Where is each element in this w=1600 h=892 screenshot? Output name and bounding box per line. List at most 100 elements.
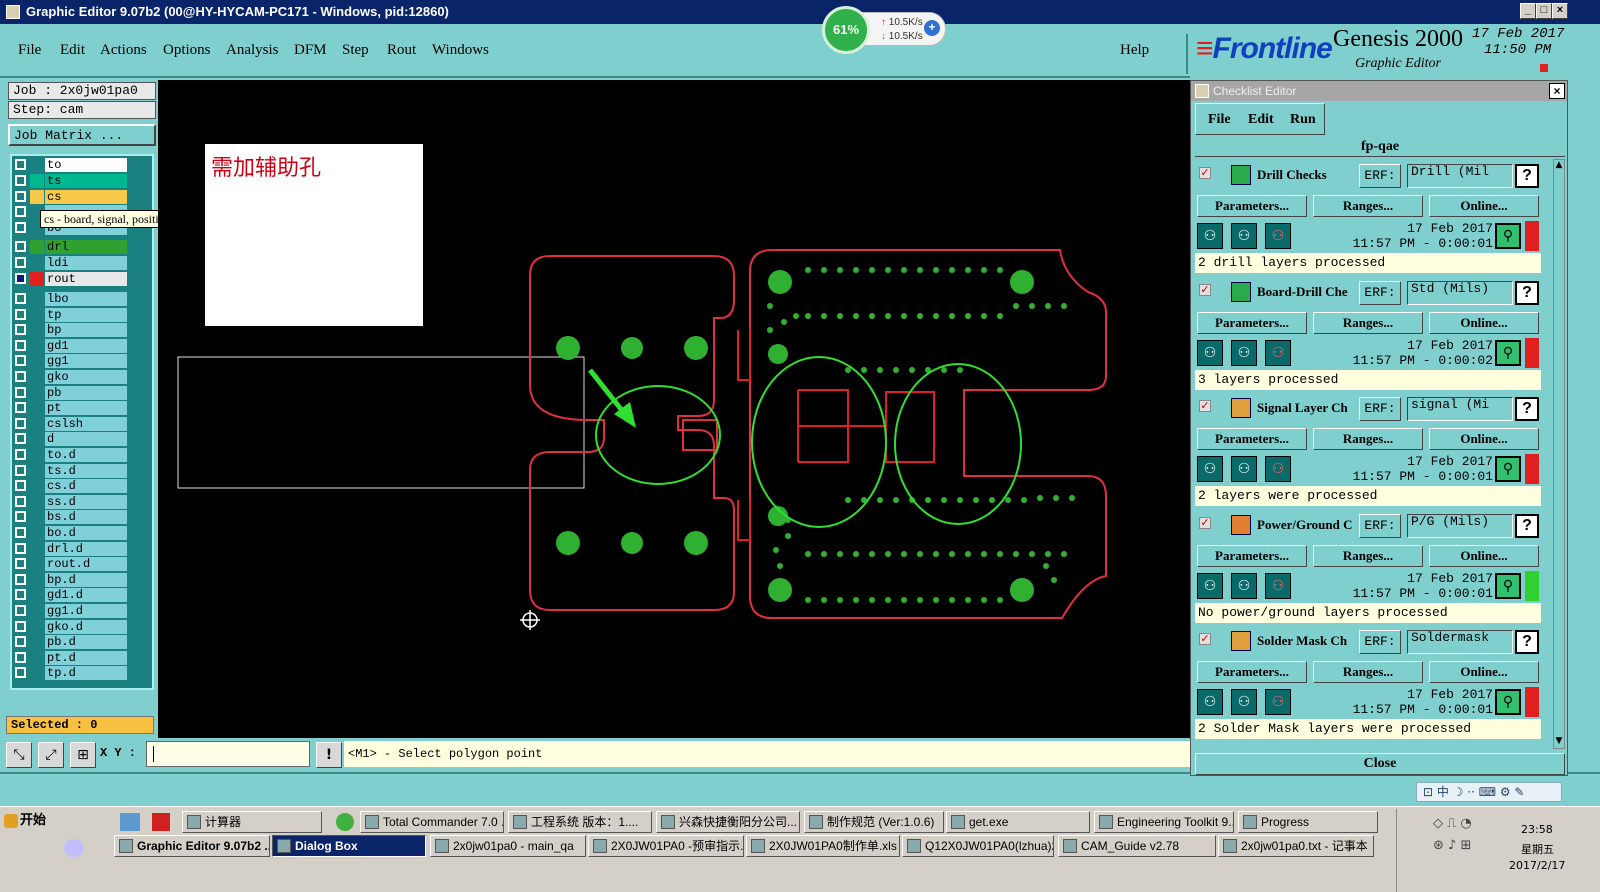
taskbar-item[interactable]: 兴森快捷衡阳分公司... [656,811,800,833]
layer-checkbox[interactable] [15,324,26,336]
help-icon[interactable]: ? [1515,397,1539,422]
layer-checkbox[interactable] [15,511,26,523]
layer-row[interactable]: ss.d [12,494,132,509]
layer-row[interactable]: rout.d [12,557,132,572]
layer-row[interactable]: cs [12,189,132,204]
parameters-button[interactable]: Parameters... [1197,544,1307,567]
taskbar-item[interactable]: get.exe [946,811,1090,833]
layer-checkbox[interactable] [15,449,26,460]
layer-checkbox[interactable] [15,636,26,648]
taskbar-item[interactable]: 2x0jw01pa0 - main_qa [430,835,586,857]
layer-checkbox[interactable] [15,241,26,252]
layer-checkbox[interactable] [15,159,26,170]
layer-row[interactable]: lbo [12,292,132,306]
layer-row[interactable]: bp.d [12,572,132,587]
ranges-button[interactable]: Ranges... [1313,311,1423,334]
layer-row[interactable]: bo.d [12,526,132,540]
layer-checkbox[interactable] [15,206,26,218]
layer-checkbox[interactable] [15,667,26,679]
taskbar-item[interactable]: Graphic Editor 9.07b2 ... [114,835,270,857]
layer-checkbox[interactable] [15,417,26,429]
layer-checkbox[interactable] [15,620,26,632]
layer-row[interactable]: pt.d [12,650,132,665]
layer-checkbox[interactable] [15,495,26,507]
ranges-button[interactable]: Ranges... [1313,428,1423,451]
layer-row[interactable]: gd1.d [12,588,132,603]
ranges-button[interactable]: Ranges... [1313,661,1423,684]
layer-row[interactable]: rout [12,271,132,286]
layer-checkbox[interactable] [15,386,26,398]
run-all-icon[interactable]: ⚇ [1231,456,1257,483]
check-enable-checkbox[interactable]: ✓ [1199,167,1211,179]
quicklaunch-icon[interactable] [120,813,140,831]
graphic-canvas[interactable]: 需加辅助孔 [158,80,1190,738]
layer-checkbox[interactable] [15,464,26,476]
layer-row[interactable]: gg1.d [12,604,132,618]
layer-checkbox[interactable] [15,222,26,234]
layer-checkbox[interactable] [15,480,26,492]
layer-checkbox[interactable] [15,542,26,554]
run-icon[interactable]: ⚇ [1197,572,1223,599]
grid-icon[interactable]: ⊞ [70,742,96,768]
layer-row[interactable]: ts [12,173,132,188]
layer-checkbox[interactable] [15,272,26,284]
layer-checkbox[interactable] [15,293,26,304]
parameters-button[interactable]: Parameters... [1197,661,1307,684]
layer-checkbox[interactable] [15,371,26,382]
layer-checkbox[interactable] [15,573,26,585]
menu-windows[interactable]: Windows [432,42,489,59]
layer-checkbox[interactable] [15,651,26,663]
ranges-button[interactable]: Ranges... [1313,195,1423,217]
run-icon[interactable]: ⚇ [1197,339,1223,366]
run-all-icon[interactable]: ⚇ [1231,223,1257,249]
taskbar-item[interactable]: Q12X0JW01PA0(lzhua)2... [902,835,1054,857]
erf-value[interactable]: Soldermask [1407,630,1513,655]
stop-icon[interactable]: ⚇ [1265,339,1291,366]
taskbar-item[interactable]: Progress [1238,811,1378,833]
online-button[interactable]: Online... [1429,661,1539,684]
zoom-results-icon[interactable]: ⚲ [1495,456,1521,483]
erf-value[interactable]: signal (Mi [1407,397,1513,422]
pdf-icon[interactable] [152,813,170,831]
desktop-icon[interactable] [64,839,84,857]
taskbar-item[interactable]: 2x0jw01pa0.txt - 记事本 [1218,835,1374,857]
layer-checkbox[interactable] [15,355,26,367]
layer-row[interactable]: bp [12,323,132,338]
zoom-results-icon[interactable]: ⚲ [1495,223,1521,249]
layer-row[interactable]: to.d [12,448,132,462]
run-icon[interactable]: ⚇ [1197,223,1223,249]
stop-icon[interactable]: ⚇ [1265,572,1291,599]
start-button[interactable]: 开始 [2,811,62,833]
layer-row[interactable]: to [12,158,132,172]
layer-checkbox[interactable] [15,256,26,268]
menu-actions[interactable]: Actions [100,42,147,59]
run-icon[interactable]: ⚇ [1197,689,1223,716]
stop-icon[interactable]: ⚇ [1265,689,1291,716]
layer-checkbox[interactable] [15,402,26,414]
help-icon[interactable]: ? [1515,513,1539,538]
layer-row[interactable]: pb.d [12,635,132,650]
run-all-icon[interactable]: ⚇ [1231,339,1257,366]
minimize-button[interactable]: _ [1520,3,1536,19]
ie-icon[interactable] [336,813,354,831]
layer-checkbox[interactable] [15,190,26,202]
run-icon[interactable]: ⚇ [1197,456,1223,483]
layer-checkbox[interactable] [15,174,26,186]
menu-options[interactable]: Options [163,42,211,59]
layer-row[interactable]: gd1 [12,338,132,353]
close-button[interactable]: Close [1195,753,1565,775]
online-button[interactable]: Online... [1429,544,1539,567]
zoom-results-icon[interactable]: ⚲ [1495,572,1521,599]
check-enable-checkbox[interactable]: ✓ [1199,283,1211,296]
ime-toolbar[interactable]: ⊡ 中 ☽ ·· ⌨ ⚙ ✎ [1416,782,1562,802]
menu-file[interactable]: File [18,42,41,59]
taskbar-item[interactable]: Total Commander 7.0 ... [360,811,504,833]
erf-value[interactable]: Std (Mils) [1407,280,1513,305]
stop-icon[interactable]: ⚇ [1265,223,1291,249]
help-icon[interactable]: ? [1515,280,1539,305]
plus-icon[interactable]: + [924,20,940,36]
parameters-button[interactable]: Parameters... [1197,428,1307,451]
taskbar-item[interactable]: Dialog Box [272,835,426,857]
run-all-icon[interactable]: ⚇ [1231,572,1257,599]
erf-button[interactable]: ERF: [1359,280,1401,305]
